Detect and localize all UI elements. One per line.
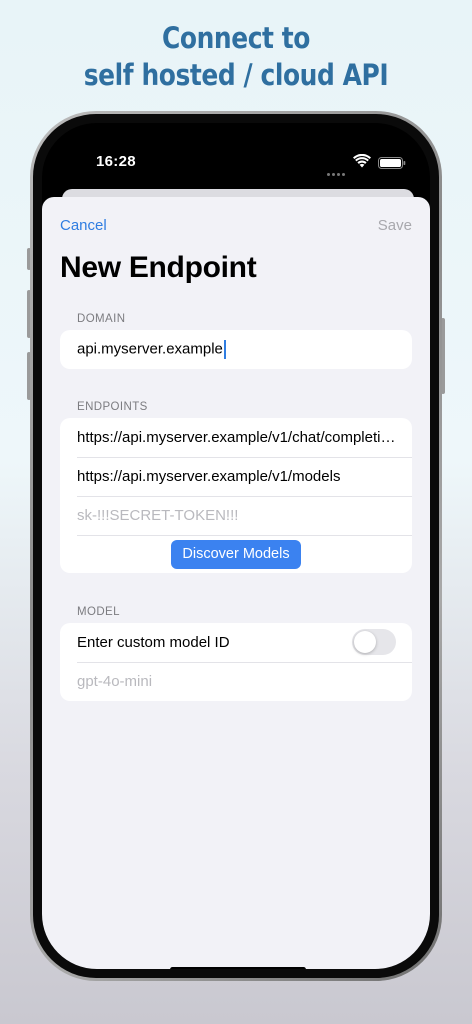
status-time: 16:28 — [96, 153, 136, 170]
endpoints-group: https://api.myserver.example/v1/chat/com… — [60, 418, 412, 573]
wifi-icon — [353, 154, 371, 168]
headline-line-2: self hosted / cloud API — [83, 58, 389, 92]
chat-endpoint-value: https://api.myserver.example/v1/chat/com… — [77, 429, 405, 446]
phone-screen: 16:28 Cancel Save New Endpoint DOMAIN ap… — [42, 123, 430, 969]
custom-model-toggle-label: Enter custom model ID — [77, 634, 230, 651]
models-endpoint-field[interactable]: https://api.myserver.example/v1/models — [60, 457, 412, 496]
toggle-knob — [354, 631, 376, 653]
api-token-placeholder: sk-!!!SECRET-TOKEN!!! — [77, 507, 239, 524]
domain-section-header: DOMAIN — [77, 313, 126, 325]
domain-group: api.myserver.example — [60, 330, 412, 369]
custom-model-row: Enter custom model ID — [60, 623, 412, 662]
battery-icon — [378, 157, 406, 169]
model-section-header: MODEL — [77, 606, 120, 618]
cancel-button[interactable]: Cancel — [60, 217, 107, 234]
model-id-field[interactable]: gpt-4o-mini — [60, 662, 412, 701]
model-group: Enter custom model ID gpt-4o-mini — [60, 623, 412, 701]
new-endpoint-sheet: Cancel Save New Endpoint DOMAIN api.myse… — [42, 197, 430, 969]
endpoints-section-header: ENDPOINTS — [77, 401, 148, 413]
promo-headline: Connect to self hosted / cloud API — [33, 20, 439, 94]
custom-model-toggle[interactable] — [352, 629, 396, 655]
page-title: New Endpoint — [60, 251, 257, 284]
discover-models-button[interactable]: Discover Models — [171, 539, 301, 569]
phone-frame: 16:28 Cancel Save New Endpoint DOMAIN ap… — [30, 111, 442, 981]
signal-icon — [327, 163, 347, 181]
domain-field[interactable]: api.myserver.example — [60, 330, 412, 369]
home-indicator[interactable] — [170, 967, 306, 969]
save-button[interactable]: Save — [378, 217, 412, 234]
api-token-field[interactable]: sk-!!!SECRET-TOKEN!!! — [60, 496, 412, 535]
chat-endpoint-field[interactable]: https://api.myserver.example/v1/chat/com… — [60, 418, 412, 457]
text-cursor — [223, 340, 226, 359]
domain-value: api.myserver.example — [77, 340, 223, 358]
headline-line-1: Connect to — [161, 21, 311, 55]
discover-row: Discover Models — [60, 535, 412, 573]
models-endpoint-value: https://api.myserver.example/v1/models — [77, 468, 341, 485]
model-id-placeholder: gpt-4o-mini — [77, 673, 153, 690]
